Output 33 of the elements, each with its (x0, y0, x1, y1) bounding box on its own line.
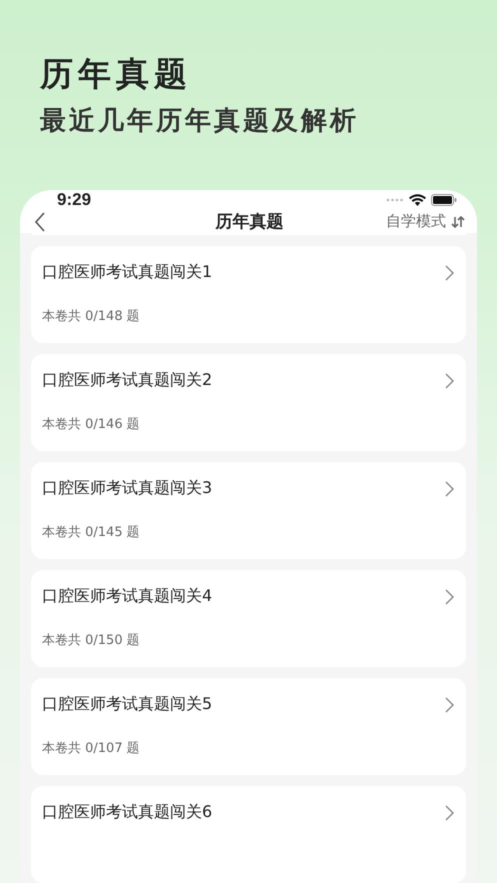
question-count: 本卷共 0/145 题 (42, 524, 141, 541)
question-count: 本卷共 0/146 题 (42, 416, 141, 433)
promo-subtitle: 最近几年历年真题及解析 (40, 105, 360, 138)
chevron-right-icon (445, 480, 454, 496)
status-time: 9:29 (57, 190, 92, 210)
question-count: 本卷共 0/148 题 (42, 308, 141, 325)
wifi-icon (409, 194, 426, 206)
promo-title: 历年真题 (40, 53, 193, 95)
paper-title: 口腔医师考试真题闯关5 (42, 694, 212, 715)
paper-card[interactable]: 口腔医师考试真题闯关4 本卷共 0/150 题 (31, 570, 466, 667)
battery-icon (431, 194, 457, 206)
paper-card[interactable]: 口腔医师考试真题闯关5 本卷共 0/107 题 (31, 678, 466, 775)
question-count: 本卷共 0/150 题 (42, 632, 141, 649)
back-icon[interactable] (34, 212, 46, 232)
page-title: 历年真题 (216, 211, 284, 233)
chevron-right-icon (445, 804, 454, 820)
paper-card[interactable]: 口腔医师考试真题闯关3 本卷共 0/145 题 (31, 462, 466, 559)
paper-card[interactable]: 口腔医师考试真题闯关1 本卷共 0/148 题 (31, 246, 466, 343)
paper-title: 口腔医师考试真题闯关3 (42, 478, 212, 499)
paper-title: 口腔医师考试真题闯关1 (42, 262, 212, 283)
chevron-right-icon (445, 696, 454, 712)
question-count: 本卷共 0/107 题 (42, 740, 141, 757)
paper-card[interactable]: 口腔医师考试真题闯关6 (31, 786, 466, 883)
paper-title: 口腔医师考试真题闯关6 (42, 802, 212, 823)
paper-title: 口腔医师考试真题闯关4 (42, 586, 212, 607)
chevron-right-icon (445, 264, 454, 280)
chevron-right-icon (445, 372, 454, 388)
mode-button[interactable]: 自学模式 (386, 212, 465, 231)
signal-icon (386, 198, 404, 202)
sort-icon (451, 216, 465, 228)
chevron-right-icon (445, 588, 454, 604)
paper-title: 口腔医师考试真题闯关2 (42, 370, 212, 391)
paper-card[interactable]: 口腔医师考试真题闯关2 本卷共 0/146 题 (31, 354, 466, 451)
